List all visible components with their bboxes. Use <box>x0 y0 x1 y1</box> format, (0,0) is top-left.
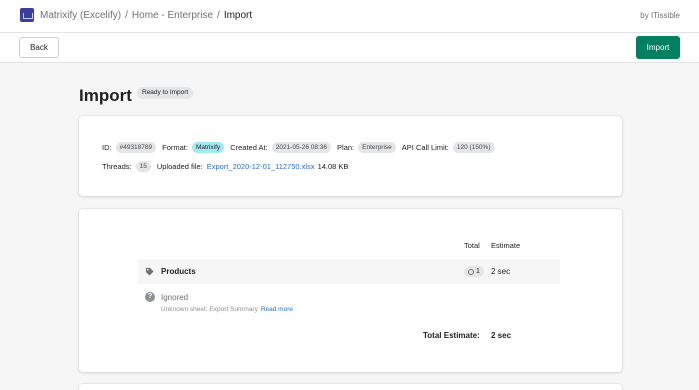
import-info-card: ID: #49318789 Format: Matrixify Created … <box>79 116 622 196</box>
file-size: 14.08 KB <box>317 162 349 171</box>
developer-byline: by ITissible <box>640 11 680 20</box>
sheet-name: Products <box>161 267 196 276</box>
ignored-note-text: Unknown sheet: Export Summary <box>161 306 258 313</box>
back-button[interactable]: Back <box>19 37 59 58</box>
breadcrumb-separator: / <box>217 10 220 21</box>
uploaded-file-label: Uploaded file: <box>156 162 203 171</box>
question-mark-icon: ? <box>145 292 155 302</box>
total-count: 1 <box>476 268 480 275</box>
format-badge: Matrixify <box>191 142 225 153</box>
next-card <box>79 384 622 390</box>
column-header-total: Total <box>464 241 480 250</box>
ignored-note: Unknown sheet: Export Summary Read more <box>161 306 293 313</box>
top-bar: Matrixify (Excelify) / Home - Enterprise / I… <box>0 0 699 33</box>
import-summary-card: Total Estimate Products 1 2 sec ? Ignore… <box>79 209 622 372</box>
breadcrumb: Matrixify (Excelify) / Home - Enterprise / I… <box>40 10 252 21</box>
total-estimate-label: Total Estimate: <box>423 331 480 340</box>
api-limit-badge: 120 (150%) <box>452 142 495 153</box>
app-logo-icon[interactable] <box>20 8 34 22</box>
breadcrumb-current: Import <box>223 10 253 21</box>
total-estimate-value: 2 sec <box>491 331 512 340</box>
import-button[interactable]: Import <box>636 36 680 59</box>
threads-label: Threads: <box>102 162 132 171</box>
breadcrumb-app[interactable]: Matrixify (Excelify) <box>40 10 121 21</box>
info-row: Threads: 15 Uploaded file: Export_2020-1… <box>102 161 348 172</box>
action-bar: Back Import <box>0 33 699 63</box>
breadcrumb-separator: / <box>125 10 128 21</box>
tag-icon <box>145 267 154 276</box>
uploaded-file-link[interactable]: Export_2020-12-01_112750.xlsx <box>207 162 315 171</box>
column-header-estimate: Estimate <box>491 241 521 250</box>
status-badge: Ready to Import <box>137 87 194 99</box>
ignored-label: Ignored <box>161 293 189 302</box>
api-limit-label: API Call Limit: <box>401 143 449 152</box>
format-label: Format: <box>162 143 188 152</box>
plan-badge: Enterprise <box>358 142 396 153</box>
row-estimate: 2 sec <box>491 267 511 276</box>
read-more-link[interactable]: Read more <box>261 306 293 313</box>
created-label: Created At: <box>230 143 268 152</box>
id-label: ID: <box>102 143 112 152</box>
table-row: Products 1 2 sec <box>138 259 560 284</box>
page-title: Import <box>79 86 132 105</box>
info-row: ID: #49318789 Format: Matrixify Created … <box>102 142 501 153</box>
threads-badge: 15 <box>135 161 151 172</box>
plan-label: Plan: <box>337 143 355 152</box>
created-badge: 2021-05-26 08:36 <box>271 142 332 153</box>
id-badge: #49318789 <box>115 142 157 153</box>
total-count-badge: 1 <box>464 266 484 277</box>
breadcrumb-store[interactable]: Home - Enterprise <box>132 10 213 21</box>
progress-circle-icon <box>468 268 474 275</box>
